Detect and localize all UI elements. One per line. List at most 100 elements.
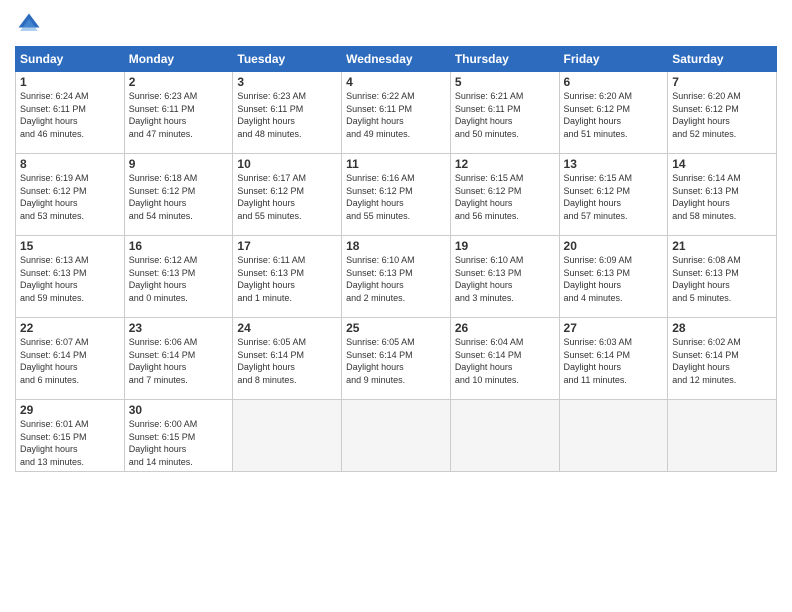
calendar-cell: 25Sunrise: 6:05 AMSunset: 6:14 PMDayligh… <box>342 318 451 400</box>
calendar-cell <box>233 400 342 472</box>
day-info: Sunrise: 6:00 AMSunset: 6:15 PMDaylight … <box>129 418 229 468</box>
day-info: Sunrise: 6:23 AMSunset: 6:11 PMDaylight … <box>237 90 337 140</box>
day-number: 27 <box>564 321 664 335</box>
day-number: 16 <box>129 239 229 253</box>
calendar-table: SundayMondayTuesdayWednesdayThursdayFrid… <box>15 46 777 472</box>
calendar-cell: 17Sunrise: 6:11 AMSunset: 6:13 PMDayligh… <box>233 236 342 318</box>
calendar-cell: 11Sunrise: 6:16 AMSunset: 6:12 PMDayligh… <box>342 154 451 236</box>
day-number: 3 <box>237 75 337 89</box>
day-info: Sunrise: 6:24 AMSunset: 6:11 PMDaylight … <box>20 90 120 140</box>
logo-icon <box>15 10 43 38</box>
day-info: Sunrise: 6:03 AMSunset: 6:14 PMDaylight … <box>564 336 664 386</box>
day-info: Sunrise: 6:10 AMSunset: 6:13 PMDaylight … <box>346 254 446 304</box>
week-row-3: 15Sunrise: 6:13 AMSunset: 6:13 PMDayligh… <box>16 236 777 318</box>
day-number: 21 <box>672 239 772 253</box>
day-number: 11 <box>346 157 446 171</box>
day-info: Sunrise: 6:11 AMSunset: 6:13 PMDaylight … <box>237 254 337 304</box>
day-info: Sunrise: 6:13 AMSunset: 6:13 PMDaylight … <box>20 254 120 304</box>
day-info: Sunrise: 6:15 AMSunset: 6:12 PMDaylight … <box>564 172 664 222</box>
day-number: 20 <box>564 239 664 253</box>
day-number: 24 <box>237 321 337 335</box>
day-info: Sunrise: 6:19 AMSunset: 6:12 PMDaylight … <box>20 172 120 222</box>
calendar-cell: 2Sunrise: 6:23 AMSunset: 6:11 PMDaylight… <box>124 72 233 154</box>
week-row-5: 29Sunrise: 6:01 AMSunset: 6:15 PMDayligh… <box>16 400 777 472</box>
day-number: 2 <box>129 75 229 89</box>
weekday-header-wednesday: Wednesday <box>342 47 451 72</box>
calendar-cell: 22Sunrise: 6:07 AMSunset: 6:14 PMDayligh… <box>16 318 125 400</box>
day-number: 17 <box>237 239 337 253</box>
weekday-header-friday: Friday <box>559 47 668 72</box>
weekday-header-row: SundayMondayTuesdayWednesdayThursdayFrid… <box>16 47 777 72</box>
calendar-cell <box>668 400 777 472</box>
day-info: Sunrise: 6:16 AMSunset: 6:12 PMDaylight … <box>346 172 446 222</box>
day-number: 23 <box>129 321 229 335</box>
day-number: 4 <box>346 75 446 89</box>
day-number: 7 <box>672 75 772 89</box>
calendar-cell: 16Sunrise: 6:12 AMSunset: 6:13 PMDayligh… <box>124 236 233 318</box>
day-info: Sunrise: 6:02 AMSunset: 6:14 PMDaylight … <box>672 336 772 386</box>
calendar-cell: 9Sunrise: 6:18 AMSunset: 6:12 PMDaylight… <box>124 154 233 236</box>
week-row-2: 8Sunrise: 6:19 AMSunset: 6:12 PMDaylight… <box>16 154 777 236</box>
day-info: Sunrise: 6:21 AMSunset: 6:11 PMDaylight … <box>455 90 555 140</box>
day-info: Sunrise: 6:01 AMSunset: 6:15 PMDaylight … <box>20 418 120 468</box>
calendar-cell: 24Sunrise: 6:05 AMSunset: 6:14 PMDayligh… <box>233 318 342 400</box>
day-number: 28 <box>672 321 772 335</box>
day-number: 19 <box>455 239 555 253</box>
calendar-cell: 5Sunrise: 6:21 AMSunset: 6:11 PMDaylight… <box>450 72 559 154</box>
day-number: 29 <box>20 403 120 417</box>
calendar-cell: 12Sunrise: 6:15 AMSunset: 6:12 PMDayligh… <box>450 154 559 236</box>
calendar-cell: 6Sunrise: 6:20 AMSunset: 6:12 PMDaylight… <box>559 72 668 154</box>
calendar-cell: 14Sunrise: 6:14 AMSunset: 6:13 PMDayligh… <box>668 154 777 236</box>
calendar-cell: 30Sunrise: 6:00 AMSunset: 6:15 PMDayligh… <box>124 400 233 472</box>
weekday-header-tuesday: Tuesday <box>233 47 342 72</box>
calendar-cell <box>450 400 559 472</box>
day-number: 15 <box>20 239 120 253</box>
calendar-cell <box>559 400 668 472</box>
day-number: 18 <box>346 239 446 253</box>
day-number: 30 <box>129 403 229 417</box>
day-info: Sunrise: 6:22 AMSunset: 6:11 PMDaylight … <box>346 90 446 140</box>
day-info: Sunrise: 6:08 AMSunset: 6:13 PMDaylight … <box>672 254 772 304</box>
calendar-cell: 28Sunrise: 6:02 AMSunset: 6:14 PMDayligh… <box>668 318 777 400</box>
day-info: Sunrise: 6:17 AMSunset: 6:12 PMDaylight … <box>237 172 337 222</box>
day-number: 1 <box>20 75 120 89</box>
day-number: 14 <box>672 157 772 171</box>
day-number: 26 <box>455 321 555 335</box>
day-number: 22 <box>20 321 120 335</box>
calendar-cell: 19Sunrise: 6:10 AMSunset: 6:13 PMDayligh… <box>450 236 559 318</box>
calendar-cell: 23Sunrise: 6:06 AMSunset: 6:14 PMDayligh… <box>124 318 233 400</box>
calendar-cell <box>342 400 451 472</box>
day-info: Sunrise: 6:12 AMSunset: 6:13 PMDaylight … <box>129 254 229 304</box>
day-number: 5 <box>455 75 555 89</box>
day-number: 25 <box>346 321 446 335</box>
day-info: Sunrise: 6:09 AMSunset: 6:13 PMDaylight … <box>564 254 664 304</box>
weekday-header-sunday: Sunday <box>16 47 125 72</box>
calendar-cell: 7Sunrise: 6:20 AMSunset: 6:12 PMDaylight… <box>668 72 777 154</box>
weekday-header-saturday: Saturday <box>668 47 777 72</box>
calendar-cell: 3Sunrise: 6:23 AMSunset: 6:11 PMDaylight… <box>233 72 342 154</box>
day-info: Sunrise: 6:14 AMSunset: 6:13 PMDaylight … <box>672 172 772 222</box>
day-info: Sunrise: 6:10 AMSunset: 6:13 PMDaylight … <box>455 254 555 304</box>
calendar-cell: 4Sunrise: 6:22 AMSunset: 6:11 PMDaylight… <box>342 72 451 154</box>
day-info: Sunrise: 6:20 AMSunset: 6:12 PMDaylight … <box>672 90 772 140</box>
weekday-header-thursday: Thursday <box>450 47 559 72</box>
calendar-cell: 1Sunrise: 6:24 AMSunset: 6:11 PMDaylight… <box>16 72 125 154</box>
day-info: Sunrise: 6:15 AMSunset: 6:12 PMDaylight … <box>455 172 555 222</box>
calendar-cell: 18Sunrise: 6:10 AMSunset: 6:13 PMDayligh… <box>342 236 451 318</box>
day-info: Sunrise: 6:07 AMSunset: 6:14 PMDaylight … <box>20 336 120 386</box>
week-row-4: 22Sunrise: 6:07 AMSunset: 6:14 PMDayligh… <box>16 318 777 400</box>
day-number: 8 <box>20 157 120 171</box>
weekday-header-monday: Monday <box>124 47 233 72</box>
calendar-cell: 29Sunrise: 6:01 AMSunset: 6:15 PMDayligh… <box>16 400 125 472</box>
calendar-cell: 27Sunrise: 6:03 AMSunset: 6:14 PMDayligh… <box>559 318 668 400</box>
day-number: 13 <box>564 157 664 171</box>
header <box>15 10 777 38</box>
week-row-1: 1Sunrise: 6:24 AMSunset: 6:11 PMDaylight… <box>16 72 777 154</box>
calendar-cell: 26Sunrise: 6:04 AMSunset: 6:14 PMDayligh… <box>450 318 559 400</box>
day-info: Sunrise: 6:06 AMSunset: 6:14 PMDaylight … <box>129 336 229 386</box>
calendar-cell: 21Sunrise: 6:08 AMSunset: 6:13 PMDayligh… <box>668 236 777 318</box>
calendar-cell: 10Sunrise: 6:17 AMSunset: 6:12 PMDayligh… <box>233 154 342 236</box>
calendar-cell: 8Sunrise: 6:19 AMSunset: 6:12 PMDaylight… <box>16 154 125 236</box>
day-info: Sunrise: 6:05 AMSunset: 6:14 PMDaylight … <box>346 336 446 386</box>
day-info: Sunrise: 6:04 AMSunset: 6:14 PMDaylight … <box>455 336 555 386</box>
